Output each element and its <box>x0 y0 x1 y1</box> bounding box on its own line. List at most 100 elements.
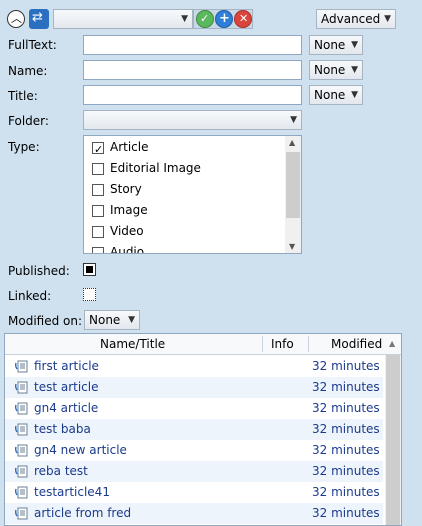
scroll-up-icon[interactable]: ▲ <box>389 339 395 348</box>
fulltext-mode-select[interactable]: None ▼ <box>309 35 363 55</box>
table-row[interactable]: article from fred 32 minutes ago <box>5 503 383 524</box>
scrollbar-thumb[interactable] <box>386 355 400 525</box>
advanced-select[interactable]: Advanced ▼ <box>316 9 396 29</box>
delete-query-button[interactable]: ✕ <box>234 10 252 28</box>
column-header-modified[interactable]: Modified <box>331 337 382 351</box>
fulltext-mode-value: None <box>314 38 346 52</box>
column-header-name[interactable]: Name/Title <box>100 337 165 351</box>
advanced-label: Advanced <box>321 12 381 26</box>
plus-icon: + <box>219 11 230 26</box>
refresh-icon: ⇄ <box>32 10 43 25</box>
type-scrollbar[interactable]: ▲ ▼ <box>285 136 301 253</box>
row-modified: 32 minutes ago <box>312 506 383 520</box>
table-row[interactable]: test baba 32 minutes ago <box>5 419 383 440</box>
type-option[interactable]: Audio <box>92 242 144 253</box>
modified-on-value: None <box>89 313 121 327</box>
row-title: testarticle41 <box>34 485 110 499</box>
published-checkbox[interactable] <box>83 263 96 276</box>
save-query-button[interactable]: ✓ <box>196 10 214 28</box>
chevron-down-icon: ▼ <box>384 14 391 24</box>
row-title: gn4 new article <box>34 443 127 457</box>
type-option[interactable]: Video <box>92 221 144 241</box>
row-title: test baba <box>34 422 91 436</box>
chevron-down-icon: ▼ <box>351 65 358 75</box>
column-header-info[interactable]: Info <box>271 337 294 351</box>
checkbox[interactable] <box>92 162 104 175</box>
modified-on-label: Modified on: <box>8 314 83 328</box>
row-title: reba test <box>34 464 88 478</box>
row-modified: 32 minutes ago <box>312 380 383 394</box>
row-title: article from fred <box>34 506 132 520</box>
name-input[interactable] <box>83 60 302 80</box>
chevron-up-icon: ︿ <box>11 12 22 25</box>
row-modified: 32 minutes ago <box>312 485 383 499</box>
row-title: first article <box>34 359 99 373</box>
results-scrollbar[interactable] <box>385 355 401 525</box>
type-listbox[interactable]: ✓ Article Editorial Image Story Image Vi… <box>83 135 302 254</box>
chevron-down-icon: ▼ <box>128 315 135 325</box>
scroll-down-icon[interactable]: ▼ <box>289 242 295 251</box>
row-title: gn4 article <box>34 401 99 415</box>
saved-query-select[interactable]: ▼ <box>53 9 193 29</box>
row-modified: 32 minutes ago <box>312 422 383 436</box>
fulltext-input[interactable] <box>83 35 302 55</box>
linked-label: Linked: <box>8 289 52 303</box>
close-icon: ✕ <box>239 12 249 25</box>
folder-label: Folder: <box>8 114 49 128</box>
table-row[interactable]: test article 32 minutes ago <box>5 377 383 398</box>
article-icon <box>15 465 28 478</box>
checkbox[interactable] <box>92 204 104 217</box>
chevron-down-icon: ▼ <box>181 14 188 24</box>
linked-checkbox[interactable] <box>83 288 96 301</box>
chevron-down-icon: ▼ <box>351 40 358 50</box>
type-option[interactable]: ✓ Article <box>92 137 149 157</box>
article-icon <box>15 402 28 415</box>
type-option[interactable]: Image <box>92 200 148 220</box>
refresh-button[interactable]: ⇄ <box>29 9 49 29</box>
scroll-up-icon[interactable]: ▲ <box>289 138 295 147</box>
article-icon <box>15 486 28 499</box>
type-option[interactable]: Story <box>92 179 142 199</box>
checkbox[interactable] <box>92 225 104 238</box>
row-modified: 32 minutes ago <box>312 443 383 457</box>
table-header: Name/Title Info Modified ▲ <box>5 334 401 355</box>
name-label: Name: <box>8 64 48 78</box>
checkmark-icon: ✓ <box>94 142 104 156</box>
chevron-down-icon: ▼ <box>351 90 358 100</box>
type-option[interactable]: Editorial Image <box>92 158 201 178</box>
collapse-button[interactable]: ︿ <box>7 10 25 28</box>
name-mode-select[interactable]: None ▼ <box>309 60 363 80</box>
article-icon <box>15 360 28 373</box>
results-table: Name/Title Info Modified ▲ first article… <box>4 333 402 526</box>
row-modified: 32 minutes ago <box>312 359 383 373</box>
title-label: Title: <box>8 89 38 103</box>
table-row[interactable]: gn4 article 32 minutes ago <box>5 398 383 419</box>
title-mode-select[interactable]: None ▼ <box>309 85 363 105</box>
checkbox[interactable] <box>92 183 104 196</box>
article-icon <box>15 381 28 394</box>
fulltext-label: FullText: <box>8 38 57 52</box>
title-input[interactable] <box>83 85 302 105</box>
row-modified: 32 minutes ago <box>312 464 383 478</box>
chevron-down-icon: ▼ <box>290 115 297 125</box>
checkmark-icon: ✓ <box>200 12 210 25</box>
indeterminate-mark <box>86 266 93 273</box>
published-label: Published: <box>8 264 70 278</box>
modified-on-select[interactable]: None ▼ <box>84 310 140 330</box>
name-mode-value: None <box>314 63 346 77</box>
add-query-button[interactable]: + <box>215 10 233 28</box>
title-mode-value: None <box>314 88 346 102</box>
table-row[interactable]: reba test 32 minutes ago <box>5 461 383 482</box>
table-row[interactable]: testarticle41 32 minutes ago <box>5 482 383 503</box>
scrollbar-thumb[interactable] <box>286 152 300 218</box>
row-modified: 32 minutes ago <box>312 401 383 415</box>
folder-select[interactable]: ▼ <box>83 110 302 130</box>
table-row[interactable]: first article 32 minutes ago <box>5 356 383 377</box>
article-icon <box>15 507 28 520</box>
checkbox[interactable]: ✓ <box>92 141 104 156</box>
checkbox[interactable] <box>92 246 104 253</box>
table-row[interactable]: gn4 new article 32 minutes ago <box>5 440 383 461</box>
article-icon <box>15 444 28 457</box>
article-icon <box>15 423 28 436</box>
row-title: test article <box>34 380 99 394</box>
